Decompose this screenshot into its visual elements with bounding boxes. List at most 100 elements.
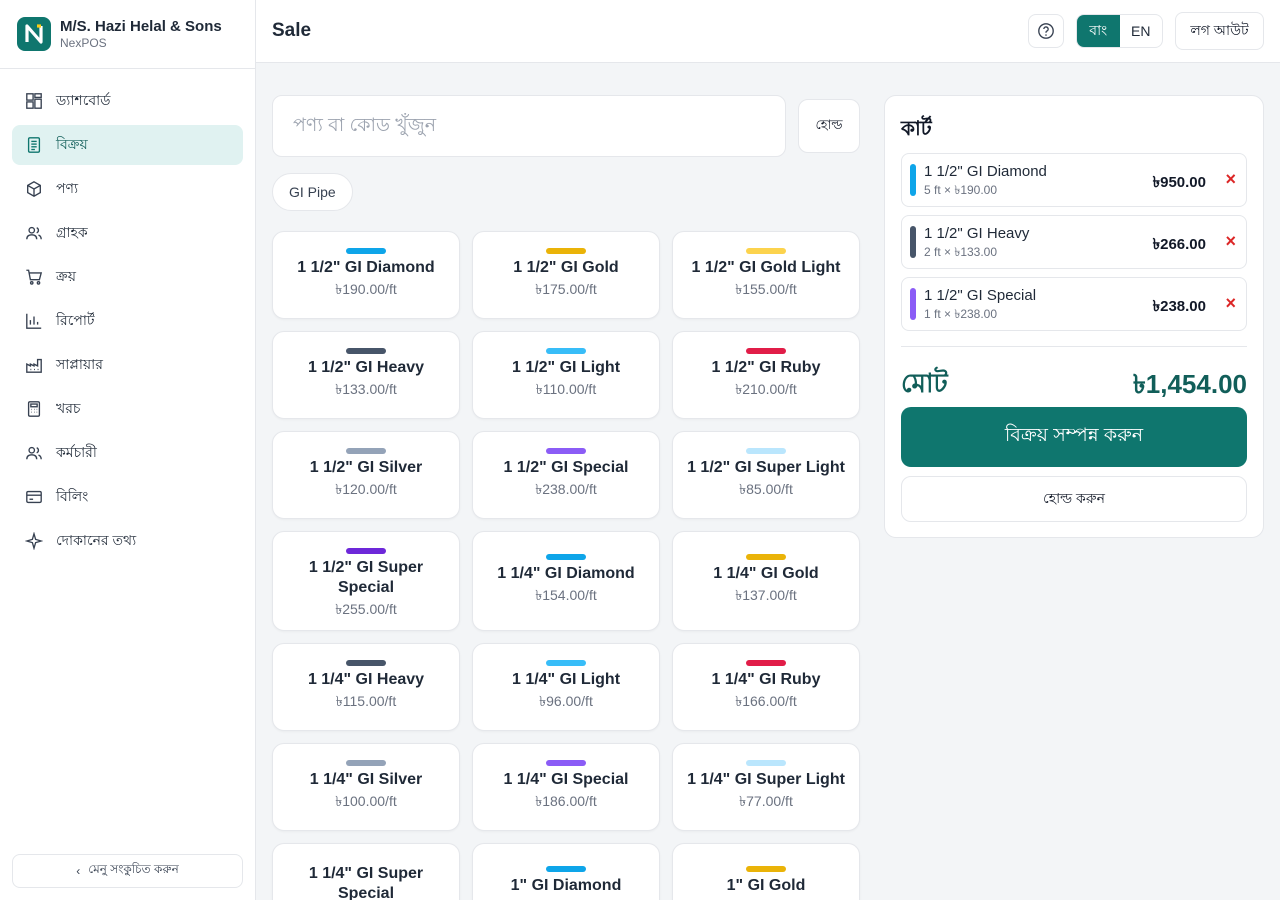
product-name: 1 1/2" GI Heavy <box>307 359 425 376</box>
product-price: ৳137.00/ft <box>735 587 797 603</box>
cart-panel: কার্ট 1 1/2" GI Diamond 5 ft × ৳190.00 ৳… <box>884 95 1264 538</box>
product-name: 1 1/4" GI Silver <box>309 771 423 788</box>
product-name: 1 1/4" GI Gold <box>713 565 819 582</box>
sidebar-item-products[interactable]: পণ্য <box>12 169 243 209</box>
product-price: ৳120.00/ft <box>335 481 397 497</box>
product-card[interactable]: 1 1/2" GI Light ৳110.00/ft <box>472 331 660 419</box>
help-icon <box>1038 23 1054 39</box>
product-card[interactable]: 1 1/4" GI Super Light ৳77.00/ft <box>672 743 860 831</box>
product-card[interactable]: 1" GI Gold <box>672 843 860 900</box>
logout-button[interactable]: লগ আউট <box>1175 12 1264 50</box>
product-color-bar <box>546 866 586 872</box>
product-card[interactable]: 1 1/2" GI Super Special ৳255.00/ft <box>272 531 460 631</box>
product-card[interactable]: 1 1/4" GI Gold ৳137.00/ft <box>672 531 860 631</box>
product-card[interactable]: 1 1/2" GI Ruby ৳210.00/ft <box>672 331 860 419</box>
calculator-icon <box>24 399 44 419</box>
product-name: 1 1/2" GI Silver <box>309 459 423 476</box>
product-price: ৳190.00/ft <box>335 281 397 297</box>
remove-item-icon[interactable]: × <box>1225 293 1236 314</box>
hold-sale-button[interactable]: হোল্ড করুন <box>901 476 1247 522</box>
product-card[interactable]: 1 1/2" GI Silver ৳120.00/ft <box>272 431 460 519</box>
product-price: ৳77.00/ft <box>739 793 793 809</box>
sidebar-item-label: বিক্রয় <box>56 136 88 152</box>
cart-item: 1 1/2" GI Heavy 2 ft × ৳133.00 ৳266.00 × <box>901 215 1247 269</box>
product-card[interactable]: 1 1/2" GI Diamond ৳190.00/ft <box>272 231 460 319</box>
product-name: 1 1/2" GI Diamond <box>297 259 435 276</box>
sidebar-item-label: বিলিং <box>56 488 89 504</box>
sidebar-item-reports[interactable]: রিপোর্ট <box>12 301 243 341</box>
product-name: 1 1/2" GI Light <box>511 359 621 376</box>
complete-sale-button[interactable]: বিক্রয় সম্পন্ন করুন <box>901 407 1247 467</box>
cart-item-amount: ৳266.00 <box>1152 236 1206 253</box>
sidebar-item-employees[interactable]: কর্মচারী <box>12 433 243 473</box>
product-name: 1 1/2" GI Super Light <box>687 459 845 476</box>
product-card[interactable]: 1 1/4" GI Super Special <box>272 843 460 900</box>
held-sales-button[interactable]: হোল্ড <box>798 99 860 153</box>
app-logo-icon <box>17 17 51 51</box>
product-price: ৳96.00/ft <box>539 693 593 709</box>
product-card[interactable]: 1 1/4" GI Ruby ৳166.00/ft <box>672 643 860 731</box>
sidebar-item-dashboard[interactable]: ড্যাশবোর্ড <box>12 81 243 121</box>
sidebar-item-shop-info[interactable]: দোকানের তথ্য <box>12 521 243 561</box>
help-button[interactable] <box>1028 14 1064 48</box>
remove-item-icon[interactable]: × <box>1225 231 1236 252</box>
product-card[interactable]: 1 1/2" GI Gold ৳175.00/ft <box>472 231 660 319</box>
product-price: ৳255.00/ft <box>335 601 397 617</box>
language-toggle: বাং EN <box>1076 14 1163 48</box>
product-card[interactable]: 1 1/4" GI Heavy ৳115.00/ft <box>272 643 460 731</box>
product-search-input[interactable] <box>272 95 786 157</box>
product-color-bar <box>546 348 586 354</box>
product-color-bar <box>746 448 786 454</box>
users-icon <box>24 223 44 243</box>
product-price: ৳100.00/ft <box>335 793 397 809</box>
product-card[interactable]: 1 1/4" GI Light ৳96.00/ft <box>472 643 660 731</box>
collapse-menu-button[interactable]: ‹ মেনু সংকুচিত করুন <box>12 854 243 888</box>
product-price: ৳238.00/ft <box>535 481 597 497</box>
product-card[interactable]: 1 1/2" GI Super Light ৳85.00/ft <box>672 431 860 519</box>
top-header: Sale বাং EN লগ আউট <box>256 0 1280 63</box>
lang-english-button[interactable]: EN <box>1120 15 1163 47</box>
sidebar-item-label: কর্মচারী <box>56 444 97 460</box>
cart-item-color-bar <box>910 288 916 320</box>
page-title: Sale <box>272 20 312 41</box>
product-color-bar <box>746 248 786 254</box>
product-card[interactable]: 1 1/2" GI Special ৳238.00/ft <box>472 431 660 519</box>
chevron-left-icon: ‹ <box>76 864 81 878</box>
product-card[interactable]: 1 1/2" GI Gold Light ৳155.00/ft <box>672 231 860 319</box>
sidebar-item-purchase[interactable]: ক্রয় <box>12 257 243 297</box>
sidebar-item-customers[interactable]: গ্রাহক <box>12 213 243 253</box>
product-card[interactable]: 1 1/2" GI Heavy ৳133.00/ft <box>272 331 460 419</box>
product-card[interactable]: 1" GI Diamond <box>472 843 660 900</box>
remove-item-icon[interactable]: × <box>1225 169 1236 190</box>
sidebar-item-expenses[interactable]: খরচ <box>12 389 243 429</box>
sidebar-item-billing[interactable]: বিলিং <box>12 477 243 517</box>
sidebar-item-suppliers[interactable]: সাপ্লায়ার <box>12 345 243 385</box>
card-icon <box>24 487 44 507</box>
product-color-bar <box>346 348 386 354</box>
product-color-bar <box>546 554 586 560</box>
cart-item-name: 1 1/2" GI Heavy <box>924 225 1030 242</box>
product-card[interactable]: 1 1/4" GI Diamond ৳154.00/ft <box>472 531 660 631</box>
product-color-bar <box>546 660 586 666</box>
lang-bangla-button[interactable]: বাং <box>1077 15 1120 47</box>
total-value: ৳1,454.00 <box>1132 369 1247 399</box>
product-price: ৳133.00/ft <box>335 381 397 397</box>
sidebar-item-sale[interactable]: বিক্রয় <box>12 125 243 165</box>
product-name: 1 1/4" GI Special <box>503 771 629 788</box>
product-card[interactable]: 1 1/4" GI Silver ৳100.00/ft <box>272 743 460 831</box>
product-price: ৳175.00/ft <box>535 281 597 297</box>
cart-title: কার্ট <box>901 118 932 140</box>
sidebar-item-label: দোকানের তথ্য <box>56 532 137 548</box>
sidebar-item-label: ড্যাশবোর্ড <box>56 92 111 108</box>
product-color-bar <box>546 448 586 454</box>
product-price: ৳186.00/ft <box>535 793 597 809</box>
cart-divider <box>901 346 1247 347</box>
sidebar: M/S. Hazi Helal & Sons NexPOS ড্যাশবোর্ড… <box>0 0 256 900</box>
product-color-bar <box>746 554 786 560</box>
shop-name: M/S. Hazi Helal & Sons <box>60 17 222 35</box>
product-color-bar <box>346 760 386 766</box>
staff-icon <box>24 443 44 463</box>
product-card[interactable]: 1 1/4" GI Special ৳186.00/ft <box>472 743 660 831</box>
product-color-bar <box>346 660 386 666</box>
category-chip-gi-pipe[interactable]: GI Pipe <box>272 173 353 211</box>
